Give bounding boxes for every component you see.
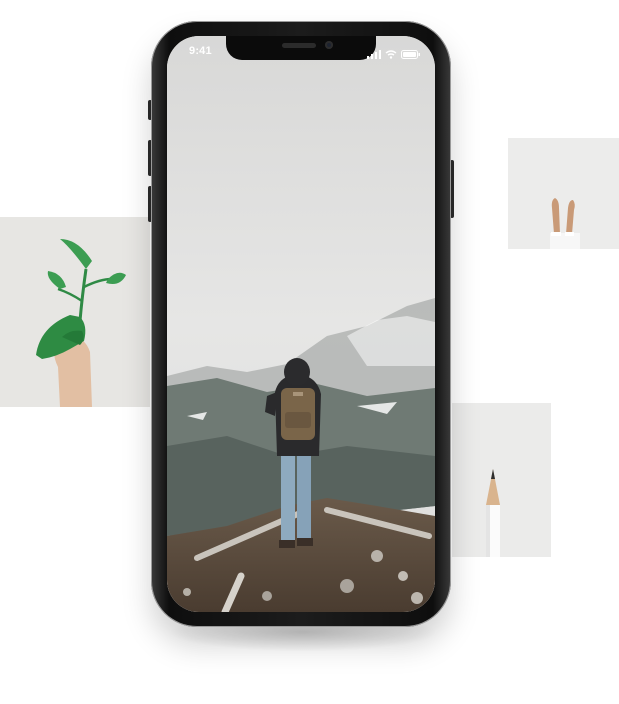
photo-card-feet (508, 138, 619, 249)
status-icons (367, 46, 421, 64)
photo-card-plant (0, 217, 150, 407)
feet-image (508, 138, 619, 249)
plant-hand-image (0, 217, 150, 407)
speaker-grille (282, 43, 316, 48)
status-time: 9:41 (189, 45, 212, 57)
phone-screen: 9:41 (167, 36, 435, 612)
battery-icon (401, 46, 421, 64)
photo-card-pencil (452, 403, 551, 557)
stage: 9:41 (0, 0, 619, 704)
wallpaper-image (167, 36, 435, 612)
wifi-icon (385, 46, 397, 64)
signal-icon (367, 46, 381, 64)
phone-notch (226, 36, 376, 60)
front-camera (325, 41, 333, 49)
pencil-image (452, 403, 551, 557)
